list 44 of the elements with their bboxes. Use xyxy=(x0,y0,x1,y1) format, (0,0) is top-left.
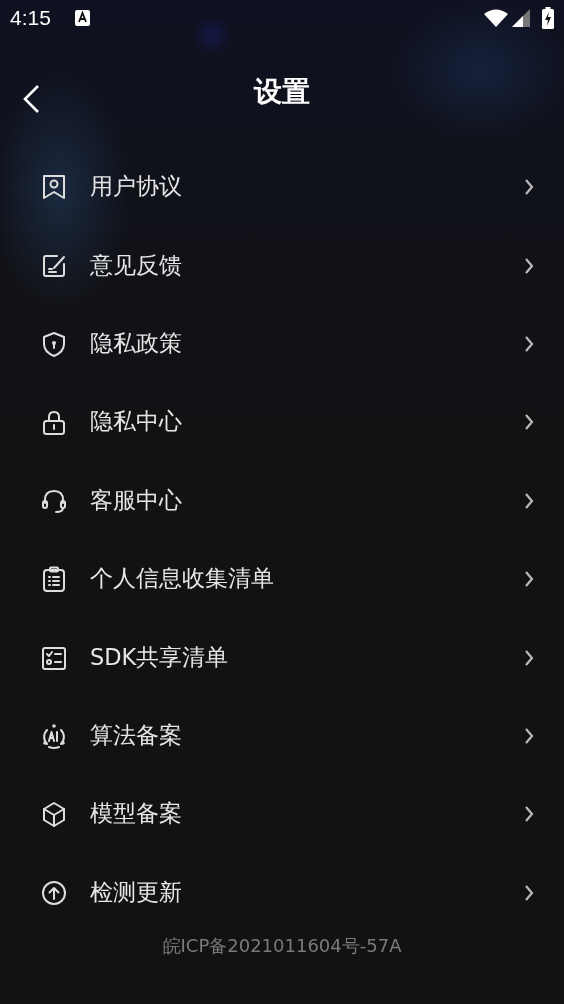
chevron-right-icon xyxy=(524,570,534,589)
chevron-right-icon xyxy=(524,883,534,902)
settings-item[interactable]: 隐私政策 xyxy=(0,304,564,384)
chevron-right-icon xyxy=(524,256,534,275)
settings-item[interactable]: SDK共享清单 xyxy=(0,618,564,697)
chevron-right-icon xyxy=(524,178,534,197)
item-label: 意见反馈 xyxy=(90,250,182,280)
page-title: 设置 xyxy=(254,74,310,110)
settings-item[interactable]: 用户协议 xyxy=(0,148,564,227)
settings-item[interactable]: 模型备案 xyxy=(0,775,564,854)
notification-icon xyxy=(74,10,90,26)
ai-chip-icon xyxy=(40,721,68,750)
settings-item[interactable]: 客服中心 xyxy=(0,461,564,540)
item-label: 用户协议 xyxy=(90,172,182,202)
chevron-right-icon xyxy=(524,334,534,353)
wifi-icon xyxy=(484,9,508,27)
item-label: SDK共享清单 xyxy=(90,642,229,672)
settings-item[interactable]: 个人信息收集清单 xyxy=(0,539,564,619)
clipboard-icon xyxy=(40,565,68,594)
settings-item[interactable]: 意见反馈 xyxy=(0,226,564,305)
item-label: 隐私政策 xyxy=(90,329,182,359)
item-label: 隐私中心 xyxy=(90,407,182,437)
settings-item[interactable]: 检测更新 xyxy=(0,853,564,932)
status-time: 4:15 xyxy=(10,5,51,32)
item-label: 模型备案 xyxy=(90,799,182,829)
item-label: 个人信息收集清单 xyxy=(90,564,274,594)
chevron-right-icon xyxy=(524,491,534,510)
upload-icon xyxy=(40,878,68,907)
shield-icon xyxy=(40,329,68,358)
lock-icon xyxy=(40,408,68,437)
chevron-right-icon xyxy=(524,726,534,745)
chevron-right-icon xyxy=(524,648,534,667)
item-label: 客服中心 xyxy=(90,485,182,515)
icp-license-text: 皖ICP备2021011604号-57A xyxy=(162,934,402,956)
item-label: 检测更新 xyxy=(90,877,182,907)
battery-icon xyxy=(542,7,554,29)
chevron-right-icon xyxy=(524,413,534,432)
signal-icon xyxy=(512,9,530,27)
bookmark-icon xyxy=(40,173,68,202)
settings-item[interactable]: 隐私中心 xyxy=(0,383,564,462)
chevron-right-icon xyxy=(524,805,534,824)
item-label: 算法备案 xyxy=(90,721,182,751)
cube-icon xyxy=(40,800,68,829)
settings-item[interactable]: 算法备案 xyxy=(0,696,564,776)
